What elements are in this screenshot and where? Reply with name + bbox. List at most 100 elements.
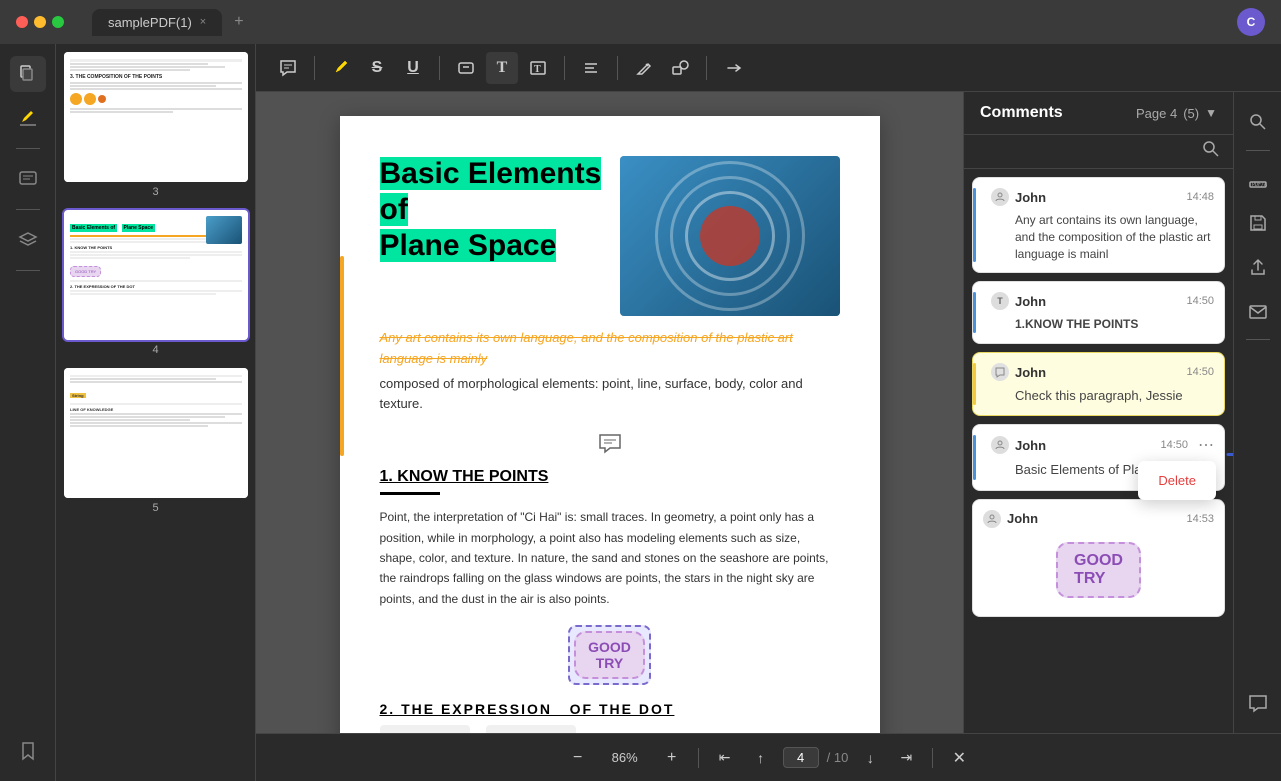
traffic-lights — [16, 16, 64, 28]
page-total-label: / 10 — [827, 750, 849, 765]
comment-3-author: John — [1015, 365, 1046, 380]
zoom-out-button[interactable]: − — [564, 744, 592, 772]
page-label: Page 4 — [1136, 106, 1177, 121]
last-page-button[interactable]: ⇥ — [892, 744, 920, 772]
good-try-sticker-selected[interactable]: GOODTRY — [568, 625, 651, 685]
toolbar-separator-2 — [439, 56, 440, 80]
comment-5-sticker: GOODTRY — [983, 534, 1214, 606]
titlebar: samplePDF(1) × + C — [0, 0, 1281, 44]
comment-4-time: 14:50 — [1160, 439, 1188, 451]
comment-item-3: John 14:50 Check this paragraph, Jessie — [972, 352, 1225, 416]
right-share-button[interactable] — [1240, 249, 1276, 285]
thumbnail-panel[interactable]: 3. THE COMPOSITION OF THE POINTS — [56, 44, 256, 781]
nav-separator-2 — [932, 748, 933, 768]
thumbnail-page-4[interactable]: Basic Elements of Plane Space 1. KNOW TH… — [64, 210, 247, 356]
comment-4-header: John 14:50 ⋯ — [991, 435, 1214, 455]
comments-page-info: Page 4 (5) ▼ — [1136, 106, 1217, 121]
zoom-level: 86% — [600, 750, 650, 765]
comment-2-text: 1.KNOW THE POINTS — [991, 316, 1214, 333]
thumbnail-page-5[interactable]: String LINE OF KNOWLEDGE 5 — [64, 368, 247, 514]
main-area: S U T T — [256, 44, 1281, 781]
toolbar: S U T T — [256, 44, 1281, 92]
comment-4-author: John — [1015, 438, 1046, 453]
zoom-in-button[interactable]: + — [658, 744, 686, 772]
pdf-body-intro: composed of morphological elements: poin… — [380, 374, 840, 416]
text-fill-tool-button[interactable]: T — [522, 52, 554, 84]
thumbnail-page-4-image: Basic Elements of Plane Space 1. KNOW TH… — [64, 210, 248, 340]
tab-samplepdf[interactable]: samplePDF(1) × — [92, 9, 222, 36]
toolbar-separator-4 — [617, 56, 618, 80]
text-box-tool-button[interactable] — [450, 52, 482, 84]
sidebar-item-layers[interactable] — [10, 222, 46, 258]
next-page-button[interactable]: ↓ — [856, 744, 884, 772]
thumbnail-page-3-image: 3. THE COMPOSITION OF THE POINTS — [64, 52, 248, 182]
comment-4-more-button[interactable]: ⋯ — [1198, 435, 1214, 455]
comment-item-4: John 14:50 ⋯ Basic Elements of Plane Spa… — [972, 424, 1225, 490]
prev-page-button[interactable]: ↑ — [747, 744, 775, 772]
sidebar-item-pages[interactable] — [10, 56, 46, 92]
svg-text:PDF/A: PDF/A — [1252, 182, 1267, 188]
thumbnail-page-3[interactable]: 3. THE COMPOSITION OF THE POINTS — [64, 52, 247, 198]
svg-text:T: T — [534, 64, 541, 75]
right-search-button[interactable] — [1240, 104, 1276, 140]
app-body: 3. THE COMPOSITION OF THE POINTS — [0, 44, 1281, 781]
sidebar-separator-1 — [16, 148, 40, 149]
comment-4-accent — [973, 435, 976, 479]
toolbar-separator-3 — [564, 56, 565, 80]
tab-title: samplePDF(1) — [108, 15, 192, 30]
sidebar-item-bookmark[interactable] — [10, 733, 46, 769]
comment-1-header: John 14:48 — [991, 188, 1214, 206]
more-tools-button[interactable] — [717, 52, 749, 84]
underline-tool-button[interactable]: U — [397, 52, 429, 84]
right-save-button[interactable] — [1240, 205, 1276, 241]
close-window-button[interactable] — [16, 16, 28, 28]
sidebar-separator-2 — [16, 209, 40, 210]
sidebar-item-annotation[interactable] — [10, 161, 46, 197]
thumbnail-page-5-image: String LINE OF KNOWLEDGE — [64, 368, 248, 498]
comment-5-time: 14:53 — [1186, 513, 1214, 525]
pdf-left-accent-bar — [340, 256, 344, 456]
comment-3-accent — [973, 363, 976, 405]
comments-header: Comments Page 4 (5) ▼ — [964, 92, 1233, 135]
page-number-input[interactable] — [783, 747, 819, 768]
comment-5-header: John 14:53 — [983, 510, 1214, 528]
delete-popup: Delete — [1138, 461, 1216, 500]
pen-tool-button[interactable] — [628, 52, 660, 84]
comment-1-avatar — [991, 188, 1009, 206]
minimize-window-button[interactable] — [34, 16, 46, 28]
comment-3-header: John 14:50 — [991, 363, 1214, 381]
pdf-section1-title: 1. KNOW THE POINTS — [380, 468, 840, 486]
strikethrough-tool-button[interactable]: S — [361, 52, 393, 84]
comment-2-accent — [973, 292, 976, 333]
right-chat-button[interactable] — [1240, 685, 1276, 721]
avatar[interactable]: C — [1237, 8, 1265, 36]
tab-close-button[interactable]: × — [200, 16, 206, 28]
new-tab-button[interactable]: + — [234, 13, 243, 31]
first-page-button[interactable]: ⇤ — [711, 744, 739, 772]
pdf-section2-images — [380, 725, 840, 733]
comment-3-text: Check this paragraph, Jessie — [991, 387, 1214, 405]
pdf-subtitle: Any art contains its own language, and t… — [380, 328, 840, 370]
comments-search-button[interactable] — [1201, 139, 1221, 164]
comment-2-author: John — [1015, 294, 1046, 309]
right-download-pdf-button[interactable]: PDF/A — [1240, 161, 1276, 197]
text-tool-button[interactable]: T — [486, 52, 518, 84]
delete-button[interactable]: Delete — [1138, 465, 1216, 496]
close-nav-button[interactable]: ✕ — [945, 744, 973, 772]
thumbnail-page-3-label: 3 — [64, 186, 247, 198]
comment-1-text: Any art contains its own language, and t… — [991, 212, 1214, 262]
highlight-tool-button[interactable] — [325, 52, 357, 84]
comments-expand-button[interactable]: ▼ — [1205, 106, 1217, 120]
sidebar-item-highlight[interactable] — [10, 100, 46, 136]
text-align-tool-button[interactable] — [575, 52, 607, 84]
good-try-sticker-comment: GOODTRY — [1056, 542, 1141, 598]
shapes-tool-button[interactable] — [664, 52, 696, 84]
comments-list: John 14:48 Any art contains its own lang… — [964, 169, 1233, 733]
maximize-window-button[interactable] — [52, 16, 64, 28]
pdf-viewer[interactable]: Basic Elements ofPlane Space Any art con… — [256, 92, 963, 733]
comment-tool-button[interactable] — [272, 52, 304, 84]
thumbnail-page-5-label: 5 — [64, 502, 247, 514]
right-mail-button[interactable] — [1240, 293, 1276, 329]
comment-2-header: T John 14:50 — [991, 292, 1214, 310]
comments-panel: Comments Page 4 (5) ▼ — [963, 92, 1233, 733]
